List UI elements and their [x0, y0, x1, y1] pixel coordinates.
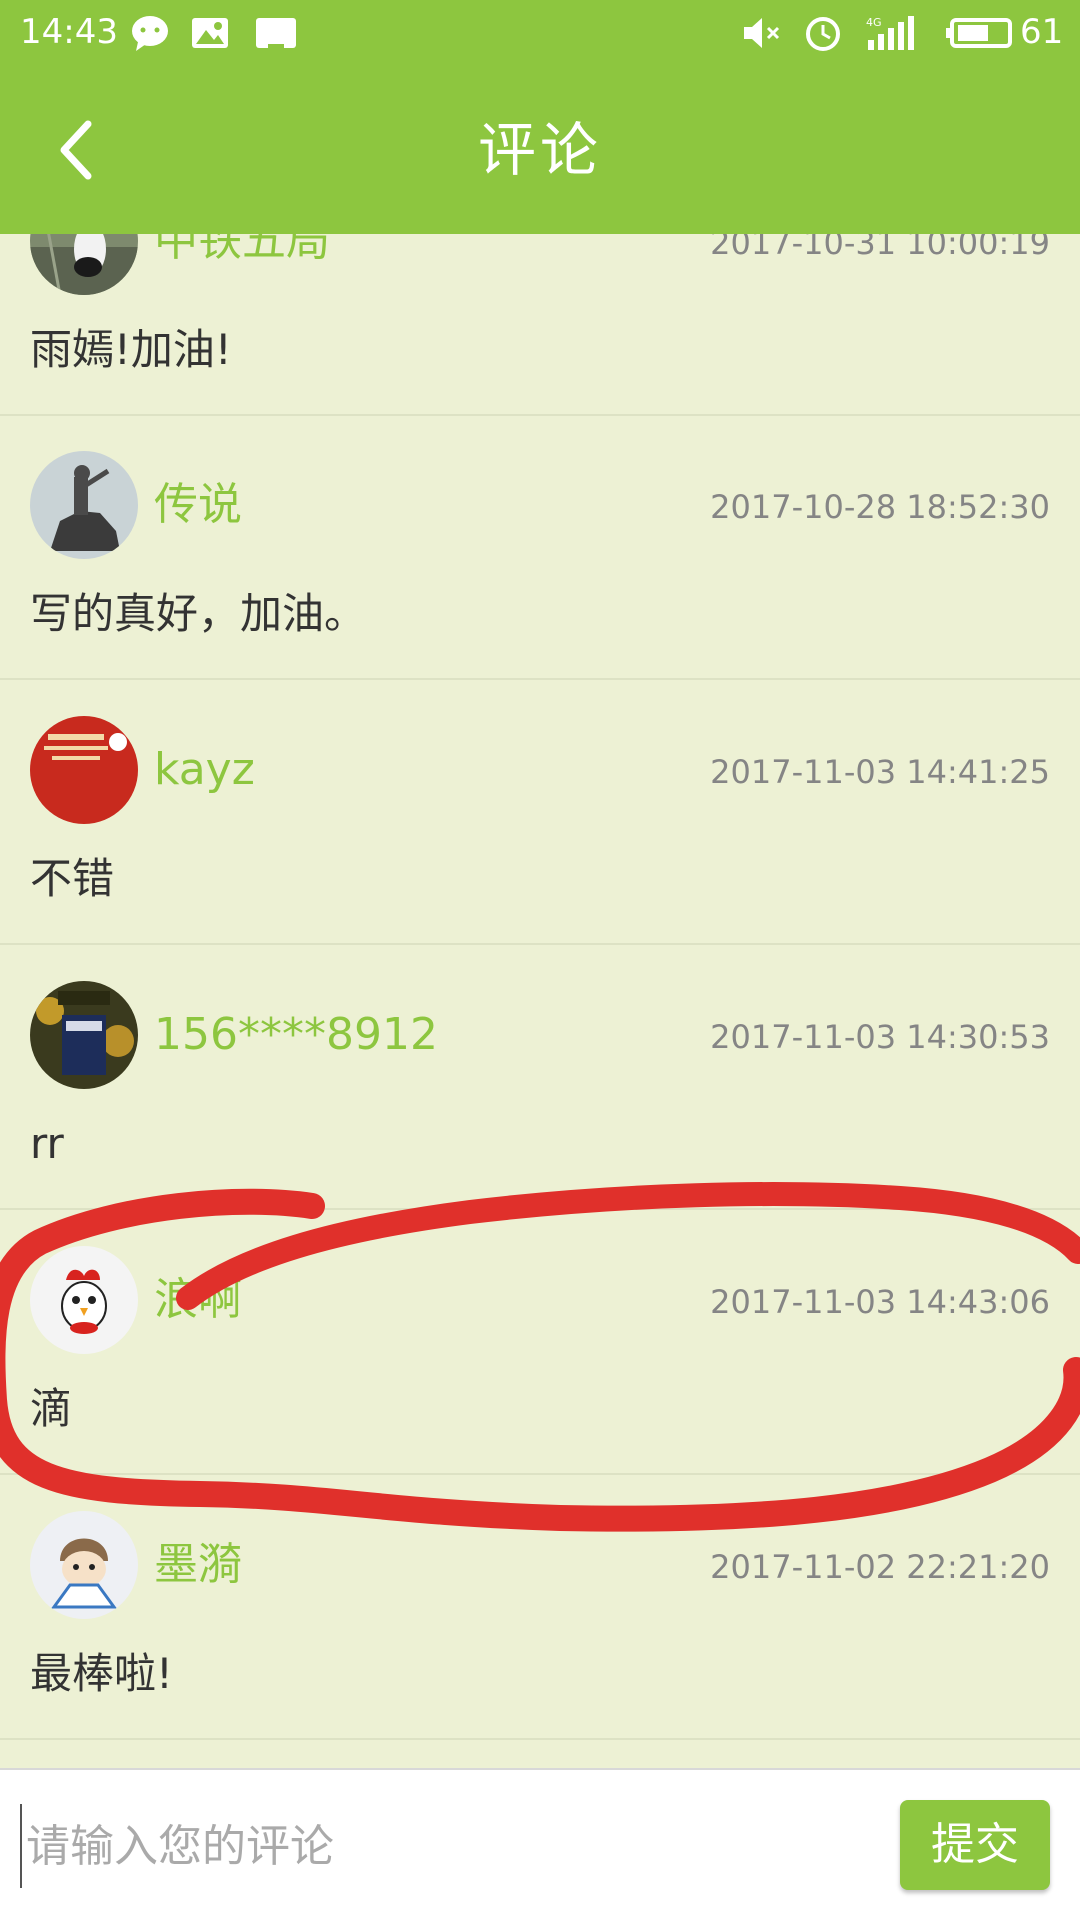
battery-level: 61	[1020, 12, 1064, 52]
stork-avatar-image	[30, 234, 138, 295]
comment-time: 2017-11-03 14:43:06	[710, 1283, 1050, 1321]
comment-item: 传说 2017-10-28 18:52:30 写的真好，加油。	[0, 415, 1080, 680]
avatar[interactable]	[30, 981, 138, 1089]
statue-avatar-image	[30, 451, 138, 559]
status-bar: 14:43 4G 61	[0, 0, 1080, 66]
comment-username[interactable]: kayz	[154, 740, 255, 800]
comment-time: 2017-11-03 14:41:25	[710, 753, 1050, 791]
comment-item: 浪啊 2017-11-03 14:43:06 滴	[0, 1210, 1080, 1475]
status-time: 14:43	[20, 12, 118, 52]
comment-input-bar: 提交	[0, 1768, 1080, 1922]
avatar[interactable]	[30, 1246, 138, 1354]
signal-4g-icon: 4G	[866, 16, 914, 50]
avatar[interactable]	[30, 1511, 138, 1619]
comment-list[interactable]: 中铁五局 2017-10-31 10:00:19 雨嫣!加油! 传说 2017-…	[0, 234, 1080, 1768]
comment-item: 156****8912 2017-11-03 14:30:53 rr	[0, 945, 1080, 1210]
comment-text: 写的真好，加油。	[30, 589, 367, 638]
comment-input[interactable]	[20, 1804, 888, 1888]
comment-item: 墨漪 2017-11-02 22:21:20 最棒啦!	[0, 1475, 1080, 1740]
comment-time: 2017-10-28 18:52:30	[710, 488, 1050, 526]
comment-text: 最棒啦!	[30, 1649, 173, 1698]
page-title: 评论	[477, 116, 602, 184]
chibi-avatar-image	[30, 1511, 138, 1619]
comment-item: kayz 2017-11-03 14:41:25 不错	[0, 680, 1080, 945]
avatar[interactable]	[30, 716, 138, 824]
battery-icon	[946, 18, 1012, 48]
comment-text: 不错	[30, 854, 115, 903]
mute-icon	[744, 18, 780, 48]
svg-text:4G: 4G	[866, 16, 882, 29]
comment-time: 2017-11-03 14:30:53	[710, 1018, 1050, 1056]
rooster-avatar-image	[30, 1246, 138, 1354]
gallery-icon	[192, 18, 228, 48]
red-card-avatar-image	[30, 716, 138, 824]
submit-button[interactable]: 提交	[900, 1800, 1050, 1890]
comment-username[interactable]: 墨漪	[154, 1535, 242, 1595]
avatar[interactable]	[30, 451, 138, 559]
alarm-icon	[806, 17, 840, 51]
comment-time: 2017-11-02 22:21:20	[710, 1548, 1050, 1586]
avatar[interactable]	[30, 234, 138, 295]
comment-username[interactable]: 浪啊	[154, 1270, 242, 1330]
title-bar: 评论	[0, 66, 1080, 234]
comment-text: 雨嫣!加油!	[30, 325, 232, 374]
app-header: 14:43 4G 61 评论	[0, 0, 1080, 234]
comment-username[interactable]: 传说	[154, 475, 242, 535]
comment-username[interactable]: 156****8912	[154, 1005, 438, 1065]
comment-text: rr	[30, 1119, 64, 1168]
comment-time: 2017-10-31 10:00:19	[710, 234, 1050, 262]
sd-card-icon	[256, 18, 296, 50]
comment-text: 滴	[30, 1384, 73, 1433]
comment-username[interactable]: 中铁五局	[154, 234, 330, 271]
comment-item: 中铁五局 2017-10-31 10:00:19 雨嫣!加油!	[0, 234, 1080, 416]
wechat-icon	[132, 16, 168, 51]
book-avatar-image	[30, 981, 138, 1089]
